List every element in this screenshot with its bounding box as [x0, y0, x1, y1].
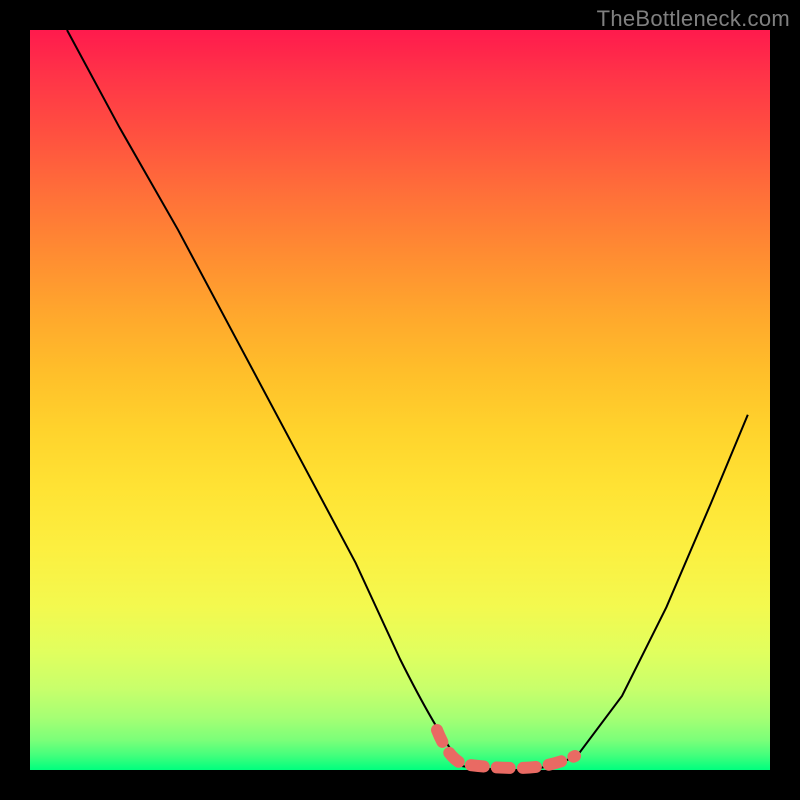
bottleneck-curve: [67, 30, 748, 770]
watermark-text: TheBottleneck.com: [597, 6, 790, 32]
chart-frame: TheBottleneck.com: [0, 0, 800, 800]
chart-svg: [30, 30, 770, 770]
optimal-range-highlight: [437, 730, 575, 768]
plot-area: [30, 30, 770, 770]
